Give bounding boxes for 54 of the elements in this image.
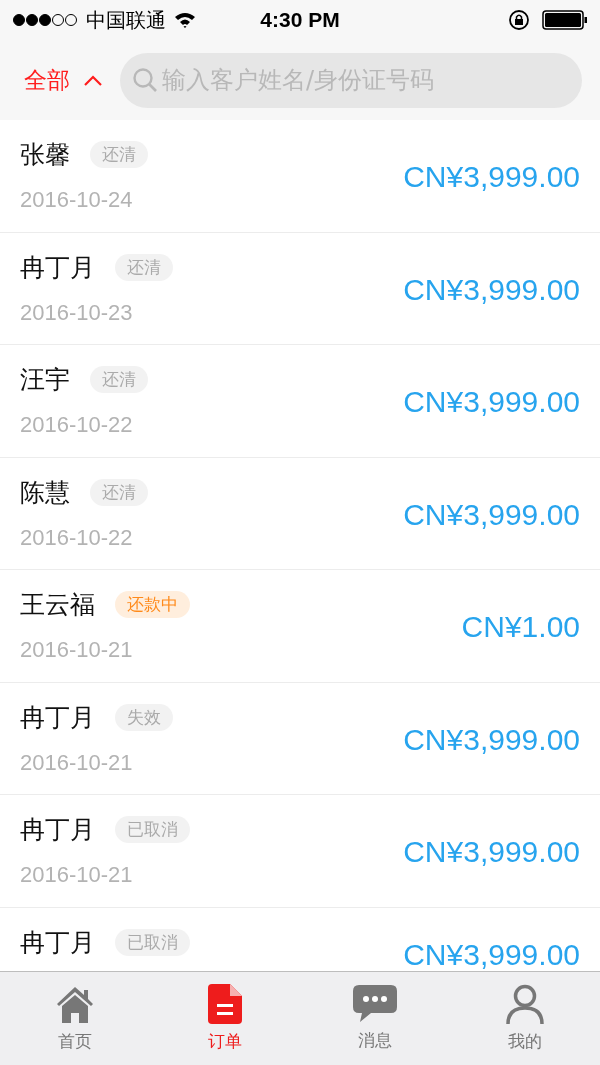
order-row[interactable]: 冉丁月 已取消 CN¥3,999.00 bbox=[0, 907, 600, 972]
order-row[interactable]: 冉丁月 已取消 2016-10-21 CN¥3,999.00 bbox=[0, 795, 600, 908]
wifi-icon bbox=[174, 12, 196, 28]
order-amount: CN¥3,999.00 bbox=[403, 722, 580, 757]
order-row[interactable]: 陈慧 还清 2016-10-22 CN¥3,999.00 bbox=[0, 457, 600, 570]
order-date: 2016-10-22 bbox=[20, 412, 134, 438]
customer-name: 冉丁月 bbox=[20, 251, 95, 284]
status-tag: 还款中 bbox=[115, 591, 190, 618]
customer-name: 冉丁月 bbox=[20, 926, 95, 959]
order-row[interactable]: 王云福 还款中 2016-10-21 CN¥1.00 bbox=[0, 570, 600, 683]
order-date: 2016-10-21 bbox=[20, 637, 134, 663]
status-tag: 还清 bbox=[90, 366, 148, 393]
customer-name: 冉丁月 bbox=[20, 814, 95, 846]
order-amount: CN¥3,999.00 bbox=[403, 937, 580, 972]
order-date: 2016-10-22 bbox=[20, 524, 134, 551]
signal-icon bbox=[12, 13, 78, 27]
order-date: 2016-10-24 bbox=[20, 187, 134, 213]
order-row[interactable]: 冉丁月 失效 2016-10-21 CN¥3,999.00 bbox=[0, 682, 600, 795]
order-date: 2016-10-21 bbox=[20, 749, 134, 776]
status-tag: 已取消 bbox=[115, 816, 190, 843]
customer-name: 王云福 bbox=[20, 589, 95, 621]
filter-dropdown[interactable]: 全部 bbox=[24, 64, 102, 96]
tab-item[interactable]: 订单 bbox=[150, 972, 300, 1065]
rotation-lock-icon bbox=[508, 9, 530, 31]
order-amount: CN¥3,999.00 bbox=[403, 160, 580, 194]
customer-name: 汪宇 bbox=[20, 364, 70, 396]
customer-name: 冉丁月 bbox=[20, 701, 95, 734]
search-icon bbox=[132, 67, 158, 93]
order-row[interactable]: 汪宇 还清 2016-10-22 CN¥3,999.00 bbox=[0, 345, 600, 458]
carrier-name: 中国联通 bbox=[86, 6, 166, 34]
tab-item[interactable]: 首页 bbox=[0, 972, 150, 1065]
tab-item[interactable]: 我的 bbox=[450, 972, 600, 1065]
battery-icon bbox=[542, 10, 588, 30]
order-amount: CN¥3,999.00 bbox=[403, 835, 580, 869]
status-tag: 还清 bbox=[90, 141, 148, 168]
order-row[interactable]: 张馨 还清 2016-10-24 CN¥3,999.00 bbox=[0, 120, 600, 233]
status-tag: 还清 bbox=[115, 253, 173, 281]
chat-icon bbox=[353, 985, 397, 1023]
order-date: 2016-10-23 bbox=[20, 299, 134, 326]
order-amount: CN¥3,999.00 bbox=[403, 497, 580, 532]
status-tag: 还清 bbox=[90, 478, 148, 506]
clock-time: 4:30 PM bbox=[260, 8, 340, 32]
order-amount: CN¥1.00 bbox=[461, 610, 580, 644]
customer-name: 陈慧 bbox=[20, 476, 70, 509]
order-amount: CN¥3,999.00 bbox=[403, 272, 580, 307]
order-date: 2016-10-21 bbox=[20, 862, 134, 888]
customer-name: 张馨 bbox=[20, 139, 70, 171]
tab-item[interactable]: 消息 bbox=[300, 972, 450, 1065]
order-row[interactable]: 冉丁月 还清 2016-10-23 CN¥3,999.00 bbox=[0, 232, 600, 345]
order-amount: CN¥3,999.00 bbox=[403, 385, 580, 419]
document-icon bbox=[208, 984, 242, 1024]
person-icon bbox=[506, 984, 544, 1024]
status-tag: 已取消 bbox=[115, 928, 190, 956]
status-tag: 失效 bbox=[115, 703, 173, 731]
